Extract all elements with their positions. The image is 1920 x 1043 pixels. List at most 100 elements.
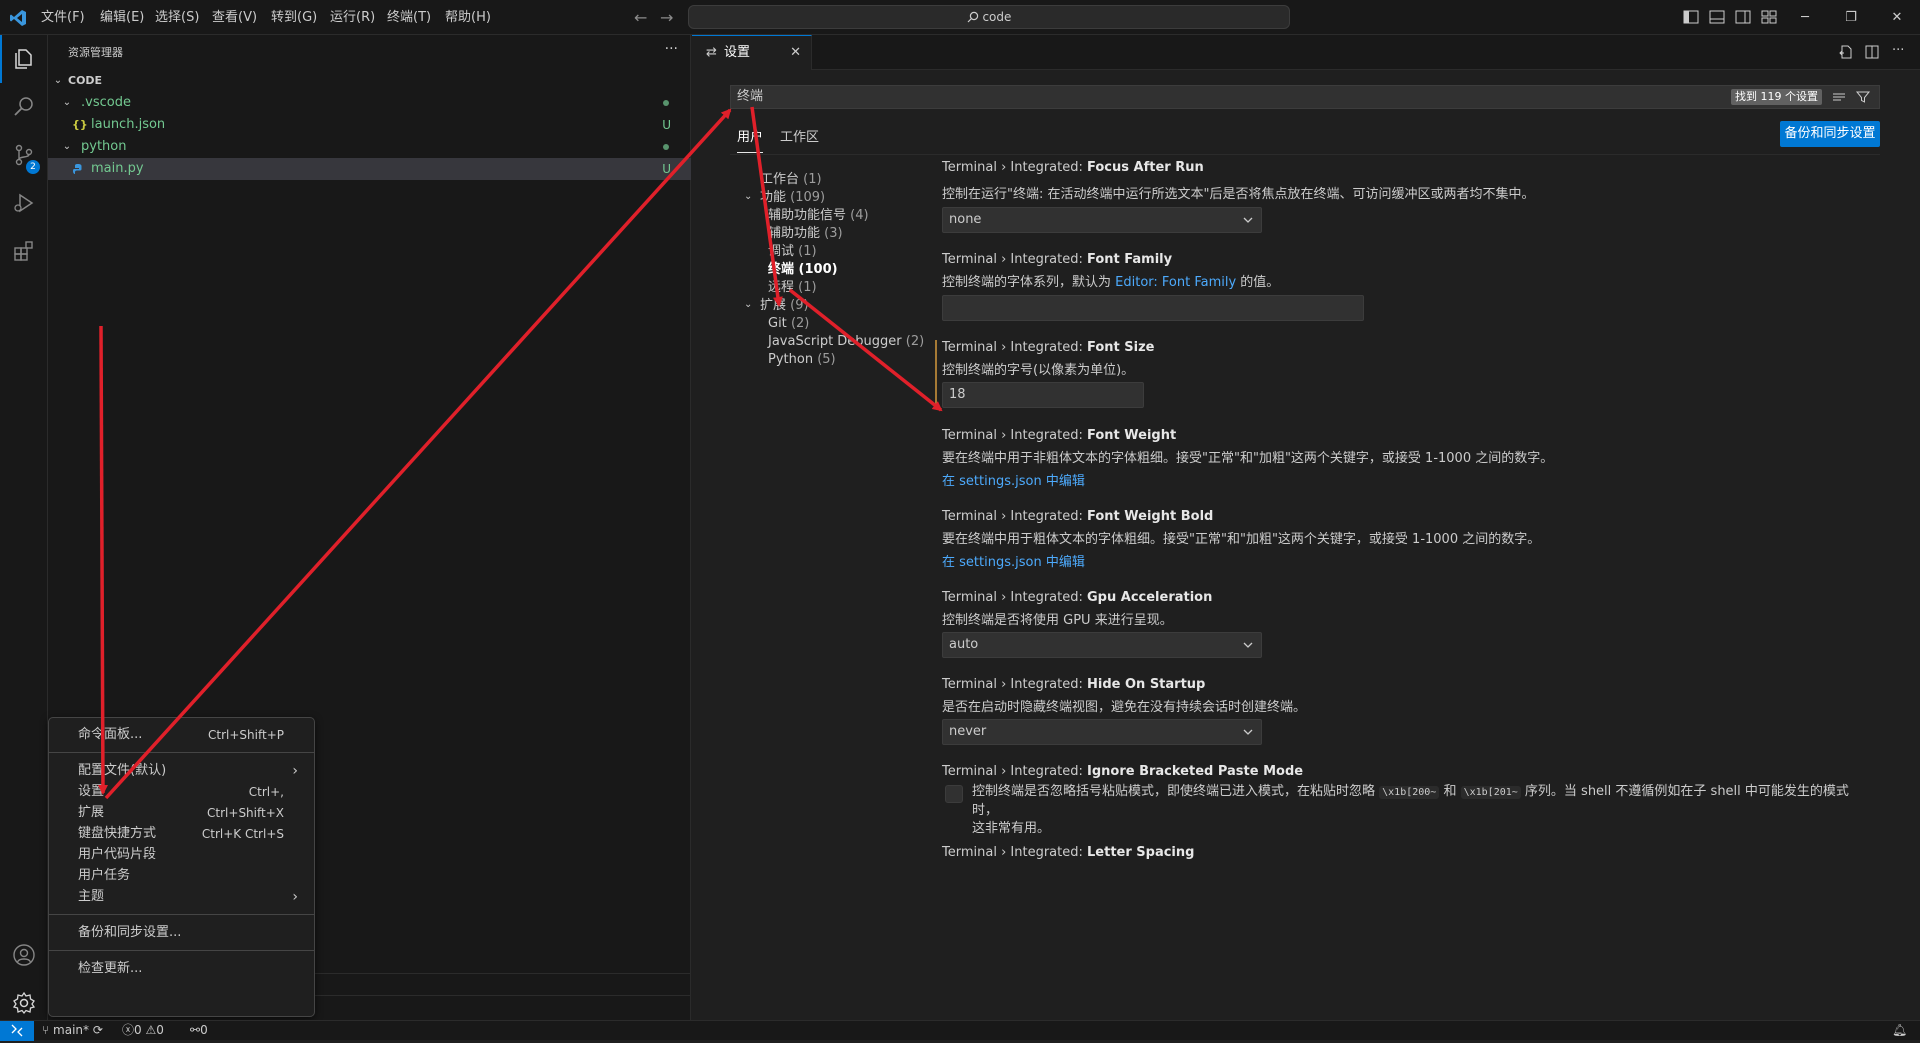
results-count-badge: 找到 119 个设置 [1731,89,1822,105]
modified-indicator [935,340,937,406]
tree-item-main-py[interactable]: main.py U [48,158,691,180]
status-bar: ⑂ main* ⟳ ⓧ0 ⚠0 ⚯0 🔔︎ [0,1020,1920,1041]
settings-search-input[interactable]: 终端 找到 119 个设置 [730,85,1880,109]
tree-item-label: python [81,139,127,154]
toggle-primary-sidebar-icon[interactable] [1682,8,1700,26]
forward-arrow-icon[interactable]: → [660,8,673,27]
tab-settings[interactable]: ⇄ 设置 ✕ [692,35,812,70]
open-settings-json-icon[interactable] [1838,44,1854,60]
setting-description: 要在终端中用于粗体文本的字体粗细。接受"正常"和"加粗"这两个关键字，或接受 1… [942,532,1541,547]
ignore-bracketed-paste-checkbox[interactable] [945,785,963,803]
setting-title: Terminal › Integrated: Letter Spacing [942,845,1195,860]
menu-item-shortcut: Ctrl+Shift+P [208,728,284,742]
explorer-icon[interactable] [12,47,36,71]
notifications-bell-icon[interactable]: 🔔︎ [1892,1021,1907,1040]
python-file-icon [73,164,82,174]
restore-icon[interactable]: ❐ [1828,0,1874,35]
tree-item-label: .vscode [81,95,131,110]
git-status-dot [663,100,669,106]
ports-status[interactable]: ⚯0 [190,1021,208,1040]
extensions-icon[interactable] [12,239,36,263]
more-actions-icon[interactable]: ··· [1892,44,1908,60]
tree-item-label: main.py [91,161,144,176]
manage-gear-icon[interactable] [12,991,36,1015]
clear-filter-icon[interactable] [1831,89,1847,105]
search-icon [967,11,978,23]
git-branch-icon: ⑂ [42,1023,50,1037]
focus-after-run-select[interactable]: none [942,207,1262,233]
run-debug-icon[interactable] [12,191,36,215]
menu-item-label: 主题 [78,889,105,904]
minimize-icon[interactable]: ─ [1782,0,1828,35]
menu-file[interactable]: 文件(F) [36,0,90,35]
backup-sync-button[interactable]: 备份和同步设置 [1780,121,1880,147]
menu-item-command-palette[interactable]: 命令面板... Ctrl+Shift+P [49,723,314,747]
warning-icon: ⚠ [145,1023,157,1037]
tree-item-launch-json[interactable]: {} launch.json U [48,114,691,136]
workspace-root[interactable]: ⌄ CODE [48,70,691,92]
setting-title: Terminal › Integrated: Ignore Bracketed … [942,764,1304,779]
tab-workspace-scope[interactable]: 工作区 [780,123,819,153]
active-indicator [0,35,2,83]
close-icon[interactable]: ✕ [790,36,801,70]
chevron-down-icon: ⌄ [62,141,72,152]
error-icon: ⓧ [122,1023,135,1037]
editor-area: ⇄ 设置 ✕ ··· 终端 找到 119 个设置 用户 工作区 备份和同步设置 … [692,35,1920,1020]
problems-status[interactable]: ⓧ0 ⚠0 [122,1021,164,1040]
setting-title: Terminal › Integrated: Font Weight Bold [942,509,1214,524]
hide-on-startup-select[interactable]: never [942,719,1262,745]
menu-help[interactable]: 帮助(H) [440,0,496,35]
source-control-badge: 2 [26,160,40,174]
filter-icon[interactable] [1855,89,1871,105]
setting-title: Terminal › Integrated: Font Size [942,340,1155,355]
tab-user-scope[interactable]: 用户 [737,123,764,153]
font-family-input[interactable] [942,295,1364,321]
command-center-search[interactable]: code [688,5,1290,29]
chevron-down-icon [1243,729,1253,735]
more-actions-icon[interactable]: ··· [665,41,678,57]
menu-item-check-updates[interactable]: 检查更新... [49,957,314,981]
menu-run[interactable]: 运行(R) [325,0,380,35]
json-file-icon: {} [72,118,88,131]
vscode-logo-icon [10,10,26,26]
gpu-acceleration-select[interactable]: auto [942,632,1262,658]
close-window-icon[interactable]: ✕ [1874,0,1920,35]
sync-icon: ⟳ [92,1023,103,1037]
workspace-root-label: CODE [68,74,103,87]
toggle-secondary-sidebar-icon[interactable] [1734,8,1752,26]
tree-item-python[interactable]: ⌄ python [48,136,691,158]
editor-font-family-link[interactable]: Editor: Font Family [1115,275,1236,290]
tree-item-vscode[interactable]: ⌄ .vscode [48,92,691,114]
setting-description: 控制终端是否忽略括号粘贴模式，即使终端已进入模式，在粘贴时忽略 \x1b[200… [972,784,1849,836]
search-icon[interactable] [12,95,36,119]
remote-indicator[interactable] [0,1021,34,1041]
edit-in-settings-json-link[interactable]: 在 settings.json 中编辑 [942,551,1085,570]
ports-count: 0 [200,1023,208,1037]
setting-description: 是否在启动时隐藏终端视图，避免在没有持续会话时创建终端。 [942,700,1307,715]
menu-item-backup-sync[interactable]: 备份和同步设置... [49,921,314,945]
input-value: 18 [949,387,966,402]
font-size-input[interactable]: 18 [942,382,1144,408]
menu-edit[interactable]: 编辑(E) [95,0,149,35]
settings-search-value: 终端 [737,89,764,104]
menu-terminal[interactable]: 终端(T) [382,0,436,35]
toggle-panel-icon[interactable] [1708,8,1726,26]
menu-separator [49,752,314,753]
edit-in-settings-json-link[interactable]: 在 settings.json 中编辑 [942,470,1085,489]
menu-item-themes[interactable]: 主题 › [49,885,314,909]
menu-selection[interactable]: 选择(S) [150,0,204,35]
git-branch-status[interactable]: ⑂ main* ⟳ [42,1021,103,1040]
menu-go[interactable]: 转到(G) [266,0,322,35]
error-count: 0 [134,1023,142,1037]
setting-title: Terminal › Integrated: Focus After Run [942,160,1204,175]
command-center-text: code [982,10,1012,24]
customize-layout-icon[interactable] [1760,8,1778,26]
manage-context-menu: 命令面板... Ctrl+Shift+P 配置文件(默认) › 设置 Ctrl+… [48,717,315,1017]
select-value: never [949,724,987,739]
chevron-down-icon [1243,217,1253,223]
setting-description: 控制终端是否将使用 GPU 来进行呈现。 [942,613,1173,628]
menu-view[interactable]: 查看(V) [207,0,262,35]
accounts-icon[interactable] [12,943,36,967]
back-arrow-icon[interactable]: ← [634,8,647,27]
split-editor-icon[interactable] [1864,44,1880,60]
